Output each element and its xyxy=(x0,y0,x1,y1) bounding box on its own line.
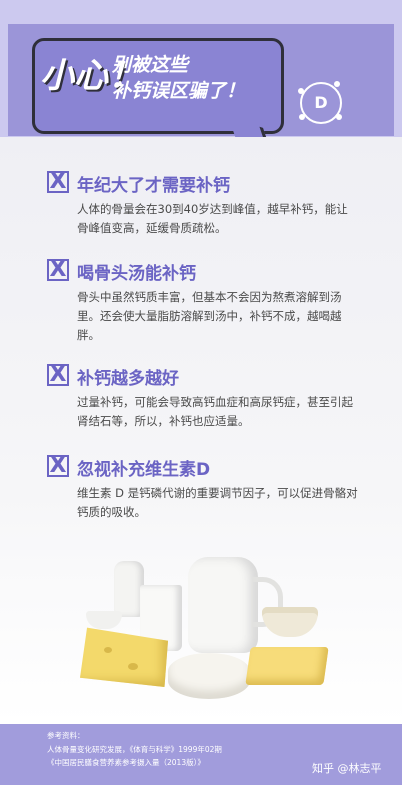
butter-block xyxy=(245,647,329,685)
myth-body: 维生素 D 是钙磷代谢的重要调节因子，可以促进骨骼对钙质的吸收。 xyxy=(77,486,358,519)
header-line1: 别被这些 xyxy=(112,54,189,76)
x-mark-icon: X xyxy=(47,364,69,386)
myth-title: 喝骨头汤能补钙 xyxy=(77,264,196,284)
myth-title: 忽视补充维生素D xyxy=(77,460,211,480)
milk-jug xyxy=(188,557,258,653)
x-mark-icon: X xyxy=(47,171,69,193)
infographic-page: D 小心！ 别被这些 补钙误区骗了！ X 年纪大了才需要补钙 人体的骨量会在30… xyxy=(0,0,402,785)
x-mark-icon: X xyxy=(47,259,69,281)
myth-title: 补钙越多越好 xyxy=(77,369,179,389)
myth-body: 骨头中虽然钙质丰富，但基本不会因为熬煮溶解到汤里。还会使大量脂肪溶解到汤中，补钙… xyxy=(77,290,342,342)
myth-title: 年纪大了才需要补钙 xyxy=(77,176,230,196)
dairy-products-illustration xyxy=(70,551,332,711)
cheese-hole xyxy=(128,663,138,670)
molecule-dot xyxy=(336,114,342,120)
references-footer: 参考资料： 人体骨量变化研究发展，《体育与科学》1999年02期 《中国居民膳食… xyxy=(0,724,402,785)
author-watermark: 知乎 @林志平 xyxy=(312,762,382,775)
x-mark-icon: X xyxy=(47,455,69,477)
molecule-dot xyxy=(334,81,340,87)
reference-item: 人体骨量变化研究发展，《体育与科学》1999年02期 xyxy=(47,745,222,754)
yogurt-bowl xyxy=(86,611,122,629)
myth-body: 过量补钙，可能会导致高钙血症和高尿钙症，甚至引起肾结石等，所以，补钙也应适量。 xyxy=(77,395,353,428)
myth-body: 人体的骨量会在30到40岁达到峰值，越早补钙，能让骨峰值变高，延缓骨质疏松。 xyxy=(77,202,348,235)
vitamin-d-letter: D xyxy=(314,93,328,112)
round-cheese xyxy=(168,653,250,699)
molecule-dot xyxy=(299,114,305,120)
cottage-cheese-bowl xyxy=(262,607,318,637)
molecule-dot xyxy=(298,88,304,94)
cheese-hole xyxy=(104,647,112,653)
header-line2: 补钙误区骗了！ xyxy=(112,80,246,102)
references-title: 参考资料： xyxy=(47,731,85,740)
reference-item: 《中国居民膳食营养素参考摄入量（2013版）》 xyxy=(47,758,205,767)
vitamin-d-icon: D xyxy=(298,81,342,124)
header-banner: D 小心！ 别被这些 补钙误区骗了！ xyxy=(0,0,402,156)
